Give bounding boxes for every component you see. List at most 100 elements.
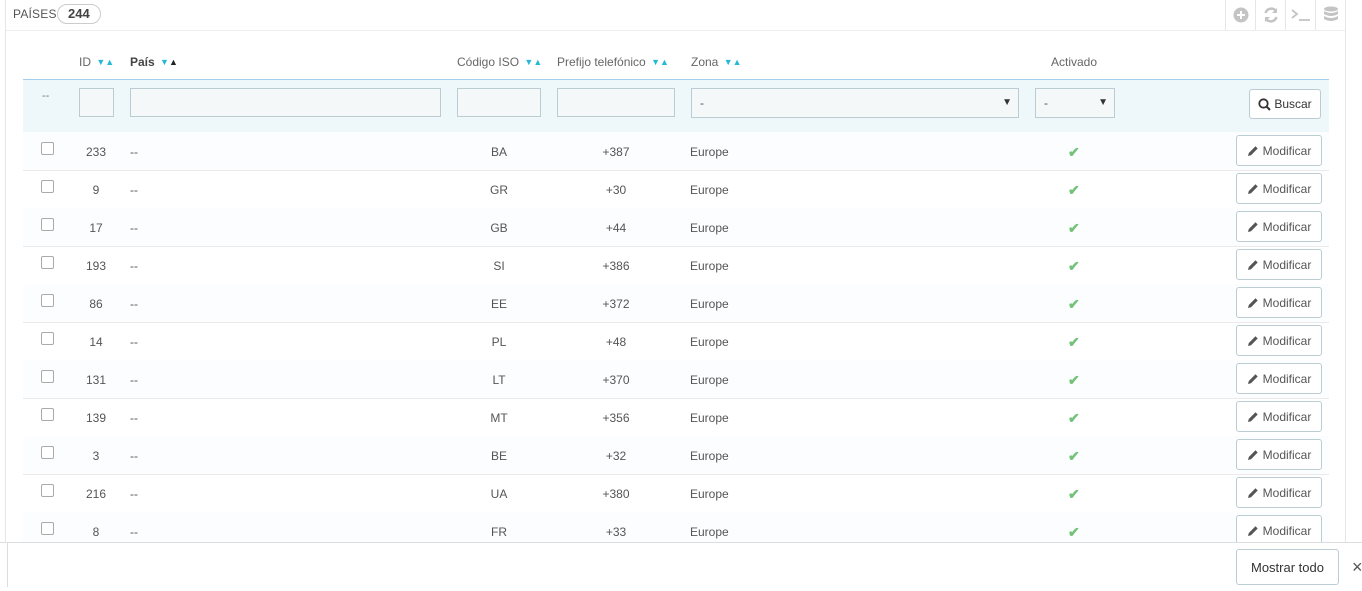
active-check-icon[interactable]: ✔ bbox=[1068, 144, 1080, 161]
active-check-icon[interactable]: ✔ bbox=[1068, 182, 1080, 199]
table-row: 193 -- SI +386 Europe ✔ Modificar bbox=[23, 246, 1329, 285]
cell-id: 86 bbox=[89, 297, 103, 311]
sort-desc-icon[interactable]: ▼ bbox=[524, 57, 533, 67]
cell-prefix: +44 bbox=[605, 221, 627, 235]
row-checkbox[interactable] bbox=[41, 142, 54, 155]
edit-button[interactable]: Modificar bbox=[1236, 325, 1322, 356]
filter-prefix-input[interactable] bbox=[557, 88, 675, 117]
filter-active-select[interactable]: - ▼ bbox=[1035, 88, 1115, 118]
cell-zone: Europe bbox=[690, 221, 729, 235]
sort-asc-icon[interactable]: ▲ bbox=[733, 57, 742, 67]
sort-desc-icon[interactable]: ▼ bbox=[160, 57, 169, 67]
row-checkbox[interactable] bbox=[41, 294, 54, 307]
sort-desc-icon[interactable]: ▼ bbox=[651, 57, 660, 67]
pencil-icon bbox=[1247, 411, 1258, 422]
cell-country: -- bbox=[130, 221, 138, 235]
row-checkbox[interactable] bbox=[41, 408, 54, 421]
cell-country: -- bbox=[130, 487, 138, 501]
cell-prefix: +380 bbox=[602, 487, 630, 501]
sort-asc-icon[interactable]: ▲ bbox=[105, 57, 114, 67]
cell-prefix: +370 bbox=[602, 373, 630, 387]
active-check-icon[interactable]: ✔ bbox=[1068, 296, 1080, 313]
column-header-id-label: ID bbox=[79, 55, 91, 69]
search-button[interactable]: Buscar bbox=[1249, 89, 1321, 119]
cell-country: -- bbox=[130, 335, 138, 349]
sort-asc-icon[interactable]: ▲ bbox=[660, 57, 669, 67]
cell-prefix: +30 bbox=[605, 183, 627, 197]
cell-prefix: +387 bbox=[602, 145, 630, 159]
panel-toolbar bbox=[1225, 0, 1345, 30]
add-new-icon[interactable] bbox=[1225, 0, 1255, 30]
footer-bar: Mostrar todo × bbox=[0, 542, 1362, 591]
row-checkbox[interactable] bbox=[41, 484, 54, 497]
cell-id: 17 bbox=[89, 221, 103, 235]
active-check-icon[interactable]: ✔ bbox=[1068, 486, 1080, 503]
edit-button-label: Modificar bbox=[1262, 219, 1312, 234]
filter-id-input[interactable] bbox=[79, 88, 114, 117]
edit-button[interactable]: Modificar bbox=[1236, 439, 1322, 470]
active-check-icon[interactable]: ✔ bbox=[1068, 448, 1080, 465]
row-checkbox[interactable] bbox=[41, 180, 54, 193]
row-checkbox[interactable] bbox=[41, 446, 54, 459]
column-header-iso: Código ISO ▼▲ bbox=[457, 55, 542, 69]
edit-button[interactable]: Modificar bbox=[1236, 401, 1322, 432]
row-checkbox[interactable] bbox=[41, 370, 54, 383]
row-checkbox[interactable] bbox=[41, 522, 54, 535]
row-checkbox[interactable] bbox=[41, 256, 54, 269]
cell-id: 9 bbox=[92, 183, 100, 197]
edit-button-label: Modificar bbox=[1262, 295, 1312, 310]
cell-iso: GR bbox=[490, 183, 508, 197]
cell-iso: BE bbox=[490, 449, 507, 463]
edit-button-label: Modificar bbox=[1262, 523, 1312, 538]
pencil-icon bbox=[1247, 449, 1258, 460]
cell-iso: GB bbox=[490, 221, 508, 235]
edit-button[interactable]: Modificar bbox=[1236, 287, 1322, 318]
edit-button[interactable]: Modificar bbox=[1236, 173, 1322, 204]
column-header-active: Activado bbox=[1051, 55, 1098, 69]
filter-iso-input[interactable] bbox=[457, 88, 541, 117]
active-check-icon[interactable]: ✔ bbox=[1068, 334, 1080, 351]
sql-query-icon[interactable] bbox=[1285, 0, 1315, 30]
column-header-id: ID ▼▲ bbox=[79, 55, 114, 69]
close-icon[interactable]: × bbox=[1352, 557, 1362, 578]
sort-asc-icon[interactable]: ▲ bbox=[533, 57, 542, 67]
sort-asc-icon[interactable]: ▲ bbox=[169, 57, 178, 67]
edit-button[interactable]: Modificar bbox=[1236, 249, 1322, 280]
active-check-icon[interactable]: ✔ bbox=[1068, 372, 1080, 389]
column-header-iso-label: Código ISO bbox=[457, 55, 520, 69]
filter-zone-value: - bbox=[700, 96, 704, 110]
active-check-icon[interactable]: ✔ bbox=[1068, 410, 1080, 427]
active-check-icon[interactable]: ✔ bbox=[1068, 258, 1080, 275]
cell-country: -- bbox=[130, 259, 138, 273]
active-check-icon[interactable]: ✔ bbox=[1068, 524, 1080, 541]
refresh-icon[interactable] bbox=[1255, 0, 1285, 30]
column-header-prefix: Prefijo telefónico ▼▲ bbox=[557, 55, 669, 69]
export-database-icon[interactable] bbox=[1315, 0, 1345, 30]
edit-button-label: Modificar bbox=[1262, 485, 1312, 500]
edit-button-label: Modificar bbox=[1262, 333, 1312, 348]
filter-zone-select[interactable]: - ▼ bbox=[691, 88, 1019, 118]
show-all-button[interactable]: Mostrar todo bbox=[1236, 549, 1339, 585]
cell-prefix: +356 bbox=[602, 411, 630, 425]
row-checkbox[interactable] bbox=[41, 332, 54, 345]
edit-button[interactable]: Modificar bbox=[1236, 477, 1322, 508]
cell-prefix: +32 bbox=[605, 449, 627, 463]
cell-iso: SI bbox=[493, 259, 505, 273]
sort-desc-icon[interactable]: ▼ bbox=[724, 57, 733, 67]
edit-button[interactable]: Modificar bbox=[1236, 211, 1322, 242]
row-checkbox[interactable] bbox=[41, 218, 54, 231]
pencil-icon bbox=[1247, 297, 1258, 308]
cell-id: 233 bbox=[85, 145, 107, 159]
edit-button-label: Modificar bbox=[1262, 447, 1312, 462]
filter-active-value: - bbox=[1044, 96, 1048, 110]
edit-button[interactable]: Modificar bbox=[1236, 135, 1322, 166]
filter-country-input[interactable] bbox=[130, 88, 441, 117]
pencil-icon bbox=[1247, 183, 1258, 194]
sort-desc-icon[interactable]: ▼ bbox=[96, 57, 105, 67]
cell-iso: BA bbox=[490, 145, 507, 159]
cell-country: -- bbox=[130, 411, 138, 425]
edit-button-label: Modificar bbox=[1262, 181, 1312, 196]
active-check-icon[interactable]: ✔ bbox=[1068, 220, 1080, 237]
column-header-zone-label: Zona bbox=[691, 55, 719, 69]
edit-button[interactable]: Modificar bbox=[1236, 363, 1322, 394]
